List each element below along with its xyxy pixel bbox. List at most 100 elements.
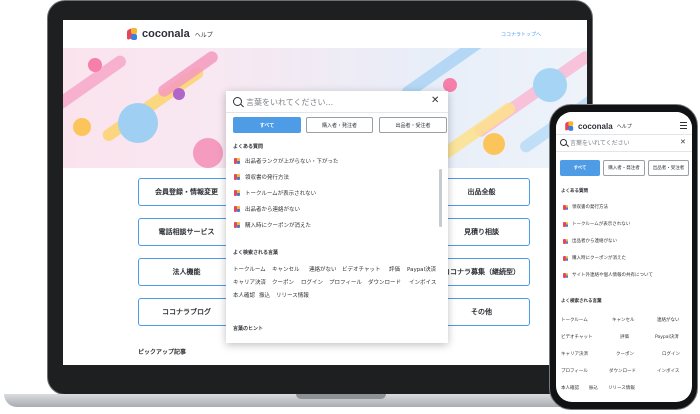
coconala-flag-icon: [234, 174, 240, 180]
keyword-link[interactable]: 振込: [589, 385, 598, 391]
keywords-title: よく検索される言葉: [561, 299, 602, 304]
faq-title: よくある質問: [561, 189, 588, 194]
faq-item[interactable]: 購入時にクーポンが消えた: [563, 253, 691, 263]
faq-item[interactable]: 領収書の発行方法: [563, 202, 691, 212]
keyword-link[interactable]: トークルーム: [233, 265, 266, 273]
phone-logo[interactable]: coconala ヘルプ: [564, 120, 632, 132]
faq-label: 購入時にクーポンが消えた: [245, 223, 312, 229]
faq-title: よくある質問: [233, 144, 264, 150]
faq-label: トークルームが表示されない: [245, 191, 317, 197]
keyword-link[interactable]: 評価: [620, 334, 629, 340]
keyword-link[interactable]: 評価: [389, 265, 400, 273]
keyword-link[interactable]: 振込: [259, 291, 270, 299]
faq-item[interactable]: サイト外連絡や個人情報の共有について: [563, 270, 691, 280]
keyword-link[interactable]: プロフィール: [561, 368, 588, 374]
faq-item[interactable]: 出品者から連絡がない: [234, 203, 434, 215]
pickup-title: ピックアップ記事: [138, 349, 187, 356]
device-mockup: coconala ヘルプ ココナラトップへ 会員登録・情報変更 電話相談サービス: [0, 0, 700, 414]
keyword-link[interactable]: ログイン: [662, 351, 680, 357]
faq-item[interactable]: 出品者ランクが上がらない・下がった: [234, 155, 434, 167]
coconala-flag-icon: [563, 272, 568, 278]
coconala-top-link[interactable]: ココナラトップへ: [501, 31, 541, 38]
keyword-link[interactable]: ダウンロード: [368, 278, 401, 286]
phone-search-input[interactable]: [570, 138, 675, 149]
logo-sub: ヘルプ: [194, 31, 213, 39]
category-label: 出品全般: [467, 188, 496, 196]
faq-label: 出品者から連絡がない: [245, 207, 301, 213]
keyword-link[interactable]: リリース情報: [276, 291, 309, 299]
faq-item[interactable]: 購入時にクーポンが消えた: [234, 219, 434, 231]
faq-label: 出品者から連絡がない: [572, 239, 617, 244]
keyword-link[interactable]: ビデオチャット: [561, 334, 592, 340]
keyword-link[interactable]: トークルーム: [561, 317, 588, 323]
faq-item[interactable]: トークルームが表示されない: [563, 219, 691, 229]
keyword-link[interactable]: インボイス: [409, 278, 436, 286]
tab-label: すべて: [259, 122, 275, 129]
laptop-notch: [296, 394, 386, 399]
phone-header: coconala ヘルプ: [556, 112, 692, 133]
keyword-link[interactable]: ログイン: [301, 278, 323, 286]
category-card-phone[interactable]: 電話相談サービス: [138, 218, 235, 246]
faq-item[interactable]: 出品者から連絡がない: [563, 236, 691, 246]
keyword-link[interactable]: キャリア決済: [233, 278, 266, 286]
keyword-link[interactable]: インボイス: [657, 368, 679, 374]
keyword-link[interactable]: プロフィール: [329, 278, 362, 286]
category-card-blog[interactable]: ココナラブログ: [138, 298, 235, 326]
keywords-title: よく検索される言葉: [233, 250, 279, 256]
phone-tab-seller[interactable]: 出品者・受注者: [648, 160, 689, 176]
close-icon[interactable]: ✕: [680, 138, 686, 146]
keyword-link[interactable]: 本人確認: [233, 291, 255, 299]
phone-tab-buyer[interactable]: 購入者・発注者: [603, 160, 645, 176]
faq-item[interactable]: 領収書の発行方法: [234, 171, 434, 183]
keyword-link[interactable]: 連絡がない: [657, 317, 680, 323]
keyword-link[interactable]: 連絡がない: [309, 265, 337, 273]
close-icon[interactable]: ✕: [431, 95, 439, 106]
keyword-link[interactable]: Paypal決済: [407, 265, 436, 273]
keyword-link[interactable]: ダウンロード: [609, 368, 636, 374]
faq-label: サイト外連絡や個人情報の共有について: [572, 273, 653, 278]
tab-seller[interactable]: 出品者・受注者: [379, 117, 447, 133]
keyword-link[interactable]: クーポン: [272, 278, 294, 286]
keyword-link[interactable]: ビデオチャット: [342, 265, 380, 273]
search-icon: [560, 139, 567, 146]
category-label: その他: [471, 308, 492, 316]
keyword-link[interactable]: Paypal決済: [655, 334, 679, 340]
faq-label: 購入時にクーポンが消えた: [572, 256, 626, 261]
category-card-corporate[interactable]: 法人機能: [138, 258, 235, 286]
tab-all[interactable]: すべて: [233, 117, 301, 133]
coconala-flag-icon: [234, 222, 240, 228]
site-logo[interactable]: coconala ヘルプ: [127, 27, 213, 41]
tab-label: 出品者・受注者: [652, 166, 685, 171]
keyword-link[interactable]: クーポン: [616, 351, 634, 357]
faq-label: 領収書の発行方法: [572, 205, 608, 210]
category-label: ココナラ募集（継続型）: [443, 268, 520, 276]
top-link-label: ココナラトップへ: [501, 32, 542, 38]
coconala-flag-icon: [563, 255, 568, 261]
hamburger-menu-icon[interactable]: [680, 122, 687, 131]
tab-label: 出品者・受注者: [395, 122, 431, 129]
category-card-account[interactable]: 会員登録・情報変更: [138, 178, 235, 206]
phone-tab-all[interactable]: すべて: [560, 160, 600, 176]
faq-item[interactable]: トークルームが表示されない: [234, 187, 434, 199]
search-tabs: すべて 購入者・発注者 出品者・受注者: [233, 117, 447, 133]
tab-label: 購入者・発注者: [608, 166, 640, 171]
logo-text: coconala: [142, 28, 190, 40]
category-label: 電話相談サービス: [158, 228, 215, 236]
logo-sub: ヘルプ: [616, 123, 632, 130]
keyword-link[interactable]: 本人確認: [561, 385, 579, 391]
phone-search-bar: ✕: [556, 134, 692, 152]
scrollbar[interactable]: [439, 169, 442, 227]
keyword-link[interactable]: リリース情報: [608, 385, 635, 391]
search-bar: ✕: [226, 91, 448, 113]
search-input[interactable]: [246, 95, 426, 109]
coconala-logo-icon: [127, 27, 139, 41]
coconala-flag-icon: [234, 190, 240, 196]
faq-label: トークルームが表示されない: [572, 222, 631, 227]
site-header: coconala ヘルプ ココナラトップへ: [63, 20, 587, 48]
tab-buyer[interactable]: 購入者・発注者: [306, 117, 373, 133]
keyword-link[interactable]: キャンセル: [612, 317, 635, 323]
category-label: 法人機能: [172, 268, 201, 276]
keyword-link[interactable]: キャンセル: [272, 265, 300, 273]
keyword-link[interactable]: キャリア決済: [561, 351, 588, 357]
coconala-flag-icon: [234, 158, 240, 164]
